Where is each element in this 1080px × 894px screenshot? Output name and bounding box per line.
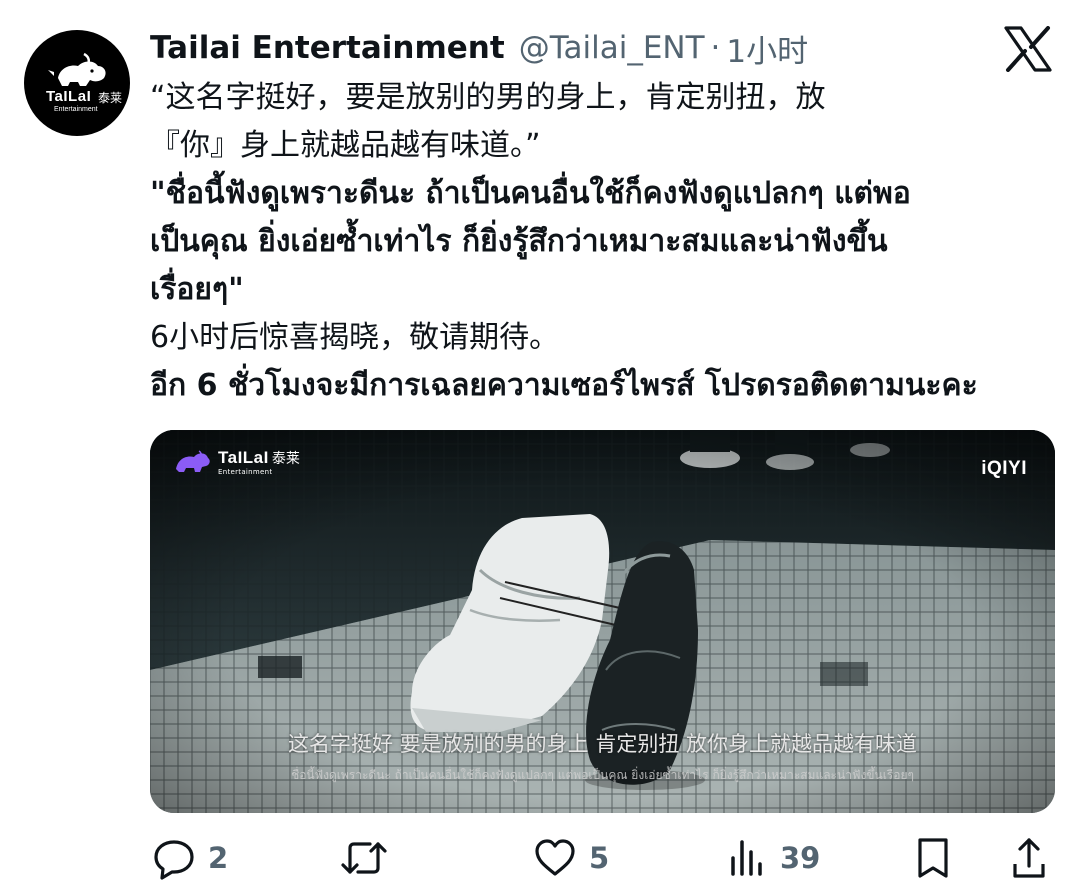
views-chart-icon xyxy=(731,840,762,876)
tweet-media-image[interactable]: TaILaI 泰莱 Entertainment iQIYI 这名字挺好 要是放别的… xyxy=(150,430,1055,813)
media-brand-logo: TaILaI 泰莱 Entertainment xyxy=(172,448,300,476)
like-count: 5 xyxy=(589,841,610,875)
share-button[interactable] xyxy=(1012,832,1046,884)
tweet-action-bar: 2 5 39 xyxy=(0,832,1080,888)
tweet-line: 6小时后惊喜揭晓，敬请期待。 xyxy=(150,320,560,355)
reply-button[interactable]: 2 xyxy=(152,832,228,884)
tweet-header: Tailai Entertainment @Tailai_ENT · 1小时 xyxy=(150,26,808,70)
author-avatar[interactable]: TaILaI 泰莱 Entertainment xyxy=(24,30,130,136)
avatar-brand-cn: 泰莱 xyxy=(98,91,123,105)
reply-count: 2 xyxy=(208,841,229,875)
tweet-line: อีก 6 ชั่วโมงจะมีการเฉลยความเซอร์ไพรส์ โ… xyxy=(150,368,978,403)
avatar-brand-sub: Entertainment xyxy=(54,106,98,113)
views-button[interactable]: 39 xyxy=(728,832,820,884)
tweet-line: เป็นคุณ ยิ่งเอ่ยซ้ำเท่าไร ก็ยิ่งรู้สึกว่… xyxy=(150,224,888,259)
share-icon xyxy=(1013,838,1045,878)
iqiyi-watermark: iQIYI xyxy=(981,458,1027,479)
bookmark-icon xyxy=(918,838,948,878)
retweet-button[interactable] xyxy=(340,832,400,884)
reply-icon xyxy=(154,840,194,880)
avatar-brand-text: TaILaI xyxy=(46,88,92,105)
video-subtitle-thai: ชื่อนี้ฟังดูเพราะดีนะ ถ้าเป็นคนอื่นใช้ก็… xyxy=(291,768,914,782)
blur-overlay xyxy=(836,836,906,882)
media-brand-text: TaILaI xyxy=(218,448,269,467)
tweet-text: “这名字挺好，要是放别的男的身上，肯定别扭，放 『你』身上就越品越有味道。” "… xyxy=(150,74,1065,410)
bookmark-button[interactable] xyxy=(914,832,952,884)
author-display-name[interactable]: Tailai Entertainment xyxy=(150,30,505,66)
tweet-line: “这名字挺好，要是放别的男的身上，肯定别扭，放 xyxy=(150,80,826,115)
tailai-logo-icon xyxy=(48,52,106,86)
header-separator: · xyxy=(710,30,721,66)
views-count: 39 xyxy=(780,841,821,875)
author-handle[interactable]: @Tailai_ENT xyxy=(519,30,705,66)
post-time[interactable]: 1小时 xyxy=(726,26,808,71)
x-logo-icon[interactable] xyxy=(1004,26,1052,72)
heart-icon xyxy=(535,839,575,876)
media-brand-cn: 泰莱 xyxy=(271,451,300,467)
tweet-line: "ชื่อนี้ฟังดูเพราะดีนะ ถ้าเป็นคนอื่นใช้ก… xyxy=(150,176,911,211)
media-brand-sub: Entertainment xyxy=(218,468,273,476)
tailai-logo-icon xyxy=(176,450,210,472)
tweet-line: เรื่อยๆ" xyxy=(150,272,244,307)
video-subtitle-chinese: 这名字挺好 要是放别的男的身上 肯定别扭 放你身上就越品越有味道 xyxy=(287,732,918,756)
tweet-line: 『你』身上就越品越有味道。” xyxy=(150,128,541,163)
retweet-icon xyxy=(341,842,387,874)
like-button[interactable]: 5 xyxy=(533,832,609,884)
